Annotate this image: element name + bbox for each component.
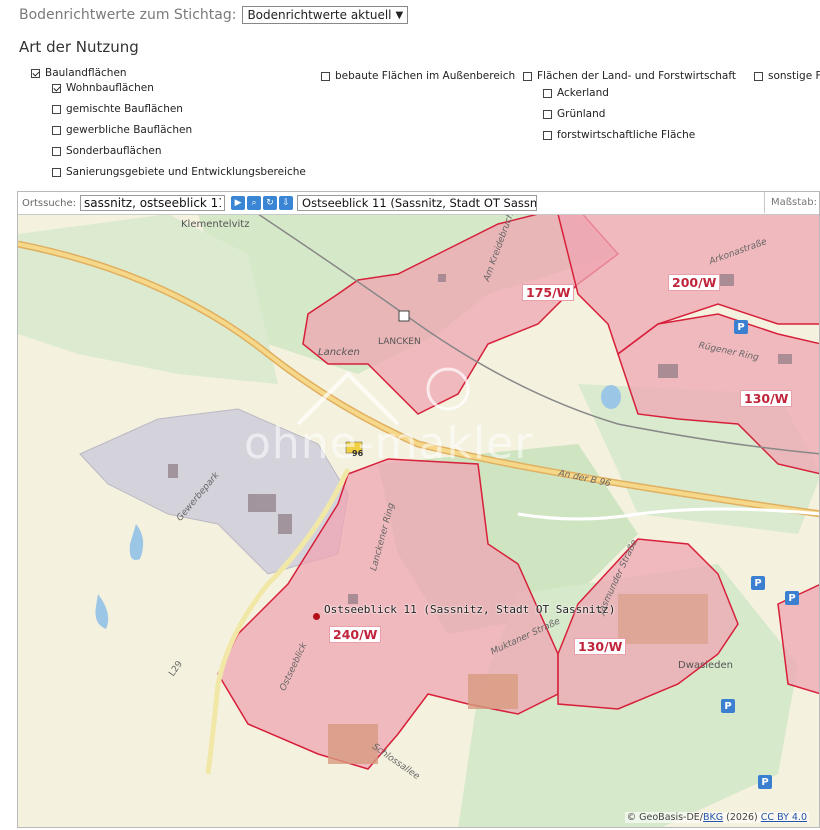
ortssuche-label: Ortssuche: [22, 197, 77, 209]
copyright-prefix: © GeoBasis-DE/ [626, 812, 704, 823]
zone-label-200w[interactable]: 200/W [668, 274, 721, 291]
copyright-license-link[interactable]: CC BY 4.0 [761, 812, 807, 823]
checkbox-checked-icon[interactable] [52, 83, 61, 93]
stichtag-row: Bodenrichtwerte zum Stichtag: Bodenricht… [19, 6, 409, 24]
play-icon[interactable]: ▶ [231, 196, 246, 210]
checkbox-label: Sanierungsgebiete und Entwicklungsbereic… [66, 166, 306, 178]
checkbox-label: bebaute Flächen im Außenbereich [335, 70, 516, 82]
checkbox-sanierung[interactable]: Sanierungsgebiete und Entwicklungsbereic… [52, 166, 306, 178]
checkbox-checked-icon[interactable] [31, 68, 40, 78]
search-result-select[interactable]: Ostseeblick 11 (Sassnitz, Stadt OT Sassn… [297, 195, 538, 211]
checkbox-label: sonstige F [768, 70, 820, 82]
map-frame[interactable]: Ortssuche: ▶ ⌕ ↻ ⇩ Ostseeblick 11 (Sassn… [17, 191, 820, 828]
checkbox-label: Wohnbauflächen [66, 82, 154, 94]
place-lancken: Lancken [318, 347, 360, 358]
checkbox-label: Sonderbauflächen [66, 145, 162, 157]
checkbox-sonderbau[interactable]: Sonderbauflächen [52, 145, 162, 157]
zone-label-130w-south[interactable]: 130/W [574, 638, 627, 655]
stichtag-label: Bodenrichtwerte zum Stichtag: [19, 7, 237, 23]
checkbox-icon[interactable] [52, 167, 61, 177]
checkbox-label: Flächen der Land- und Forstwirtschaft [537, 70, 736, 82]
copyright-year: (2026) [726, 812, 758, 823]
checkbox-sonstige[interactable]: sonstige F [754, 70, 820, 82]
checkbox-label: Ackerland [557, 87, 609, 99]
place-dwasieden: Dwasieden [678, 660, 733, 671]
zone-label-175w[interactable]: 175/W [522, 284, 575, 301]
map-canvas[interactable] [18, 214, 820, 828]
checkbox-icon[interactable] [754, 71, 763, 81]
watermark: ohne-makler [244, 418, 534, 469]
parking-icon: P [785, 591, 799, 605]
checkbox-label: Grünland [557, 108, 606, 120]
search-result-value: Ostseeblick 11 (Sassnitz, Stadt OT Sassn… [302, 196, 538, 210]
ortssuche-input[interactable] [80, 195, 226, 211]
checkbox-icon[interactable] [543, 88, 552, 98]
search-icon[interactable]: ⌕ [247, 196, 262, 210]
checkbox-wohnbauflaechen[interactable]: Wohnbauflächen [52, 82, 154, 94]
copyright-bkg-link[interactable]: BKG [703, 812, 723, 823]
checkbox-icon[interactable] [52, 125, 61, 135]
checkbox-forst[interactable]: forstwirtschaftliche Fläche [543, 129, 695, 141]
location-marker-icon[interactable] [313, 613, 320, 620]
checkbox-icon[interactable] [52, 104, 61, 114]
checkbox-icon[interactable] [523, 71, 532, 81]
checkbox-label: Baulandflächen [45, 67, 127, 79]
checkbox-icon[interactable] [543, 109, 552, 119]
marker-label: Ostseeblick 11 (Sassnitz, Stadt OT Sassn… [324, 603, 616, 616]
parking-icon: P [721, 699, 735, 713]
chevron-down-icon: ▼ [395, 9, 404, 21]
stichtag-select[interactable]: Bodenrichtwerte aktuell ▼ [242, 6, 409, 24]
checkbox-baulandflaechen[interactable]: Baulandflächen [31, 67, 127, 79]
parking-icon: P [734, 320, 748, 334]
road-number-96: 96 [352, 449, 364, 458]
massstab-label: Maßstab: [763, 192, 819, 213]
place-klementelvitz: Klementelvitz [181, 219, 250, 230]
checkbox-landforst[interactable]: Flächen der Land- und Forstwirtschaft [523, 70, 736, 82]
checkbox-label: gemischte Bauflächen [66, 103, 183, 115]
parking-icon: P [758, 775, 772, 789]
section-title: Art der Nutzung [19, 38, 139, 56]
checkbox-gruenland[interactable]: Grünland [543, 108, 605, 120]
zone-label-240w[interactable]: 240/W [329, 626, 382, 643]
checkbox-gemischte[interactable]: gemischte Bauflächen [52, 103, 183, 115]
place-lancken-station: LANCKEN [378, 337, 421, 347]
checkbox-label: gewerbliche Bauflächen [66, 124, 193, 136]
checkbox-icon[interactable] [321, 71, 330, 81]
checkbox-gewerbliche[interactable]: gewerbliche Bauflächen [52, 124, 192, 136]
map-copyright: © GeoBasis-DE/BKG (2026) CC BY 4.0 [624, 812, 809, 823]
stichtag-select-value: Bodenrichtwerte aktuell [247, 8, 392, 22]
map-toolbar: Ortssuche: ▶ ⌕ ↻ ⇩ Ostseeblick 11 (Sassn… [18, 192, 819, 215]
checkbox-label: forstwirtschaftliche Fläche [557, 129, 696, 141]
parking-icon: P [751, 576, 765, 590]
checkbox-icon[interactable] [52, 146, 61, 156]
refresh-icon[interactable]: ↻ [263, 196, 278, 210]
checkbox-ackerland[interactable]: Ackerland [543, 87, 609, 99]
checkbox-bebaute[interactable]: bebaute Flächen im Außenbereich [321, 70, 515, 82]
pin-icon[interactable]: ⇩ [279, 196, 294, 210]
zone-label-130w-east[interactable]: 130/W [740, 390, 793, 407]
checkbox-icon[interactable] [543, 130, 552, 140]
